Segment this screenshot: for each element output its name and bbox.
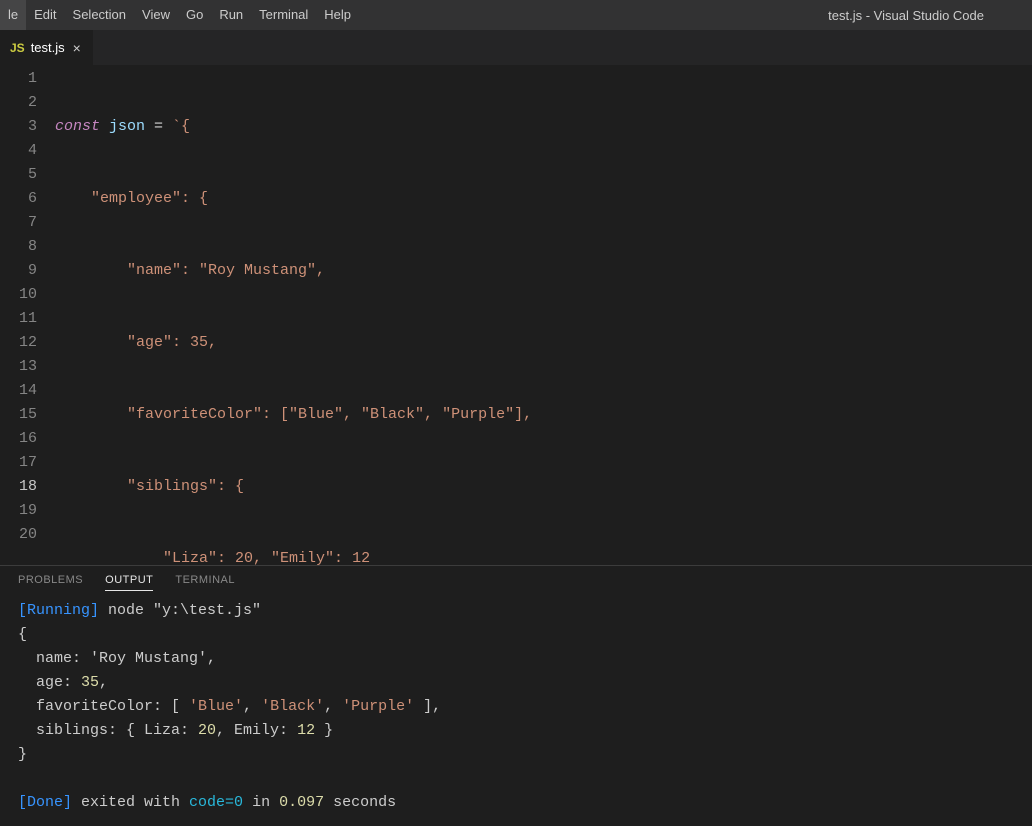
- window-title: test.js - Visual Studio Code: [828, 8, 1024, 23]
- editor[interactable]: 1234567891011121314151617181920 const js…: [0, 65, 1032, 565]
- line-number: 2: [0, 91, 37, 115]
- line-number: 20: [0, 523, 37, 547]
- line-number: 11: [0, 307, 37, 331]
- running-tag: [Running]: [18, 602, 99, 619]
- line-number: 13: [0, 355, 37, 379]
- line-number: 8: [0, 235, 37, 259]
- line-number: 6: [0, 187, 37, 211]
- menu-file[interactable]: le: [0, 0, 26, 30]
- menu-go[interactable]: Go: [178, 0, 211, 30]
- menu-edit[interactable]: Edit: [26, 0, 64, 30]
- menubar: le Edit Selection View Go Run Terminal H…: [0, 0, 1032, 30]
- line-number: 3: [0, 115, 37, 139]
- line-number: 10: [0, 283, 37, 307]
- line-number: 12: [0, 331, 37, 355]
- tab-label: test.js: [31, 40, 65, 55]
- line-number: 19: [0, 499, 37, 523]
- panel-tabs: PROBLEMS OUTPUT TERMINAL: [0, 566, 1032, 597]
- menu-terminal[interactable]: Terminal: [251, 0, 316, 30]
- close-icon[interactable]: ×: [71, 40, 83, 56]
- tab-output[interactable]: OUTPUT: [105, 574, 153, 591]
- menu-help[interactable]: Help: [316, 0, 359, 30]
- tab-terminal[interactable]: TERMINAL: [175, 574, 235, 591]
- menu-run[interactable]: Run: [211, 0, 251, 30]
- code-area[interactable]: const json = `{ "employee": { "name": "R…: [55, 65, 1032, 565]
- line-number: 9: [0, 259, 37, 283]
- line-number: 7: [0, 211, 37, 235]
- line-number: 18: [0, 475, 37, 499]
- menubar-items: le Edit Selection View Go Run Terminal H…: [0, 0, 359, 30]
- line-number: 5: [0, 163, 37, 187]
- menu-selection[interactable]: Selection: [65, 0, 134, 30]
- js-file-icon: JS: [10, 41, 25, 55]
- keyword-const: const: [55, 118, 100, 135]
- output-body[interactable]: [Running] node "y:\test.js" { name: 'Roy…: [0, 597, 1032, 817]
- tab-problems[interactable]: PROBLEMS: [18, 574, 83, 591]
- bottom-panel: PROBLEMS OUTPUT TERMINAL [Running] node …: [0, 565, 1032, 826]
- line-number: 17: [0, 451, 37, 475]
- tab-test-js[interactable]: JS test.js ×: [0, 30, 94, 65]
- tab-bar: JS test.js ×: [0, 30, 1032, 65]
- menu-view[interactable]: View: [134, 0, 178, 30]
- line-number: 14: [0, 379, 37, 403]
- line-number: 1: [0, 67, 37, 91]
- done-tag: [Done]: [18, 794, 72, 811]
- line-number: 15: [0, 403, 37, 427]
- line-number: 4: [0, 139, 37, 163]
- line-number-gutter: 1234567891011121314151617181920: [0, 65, 55, 565]
- line-number: 16: [0, 427, 37, 451]
